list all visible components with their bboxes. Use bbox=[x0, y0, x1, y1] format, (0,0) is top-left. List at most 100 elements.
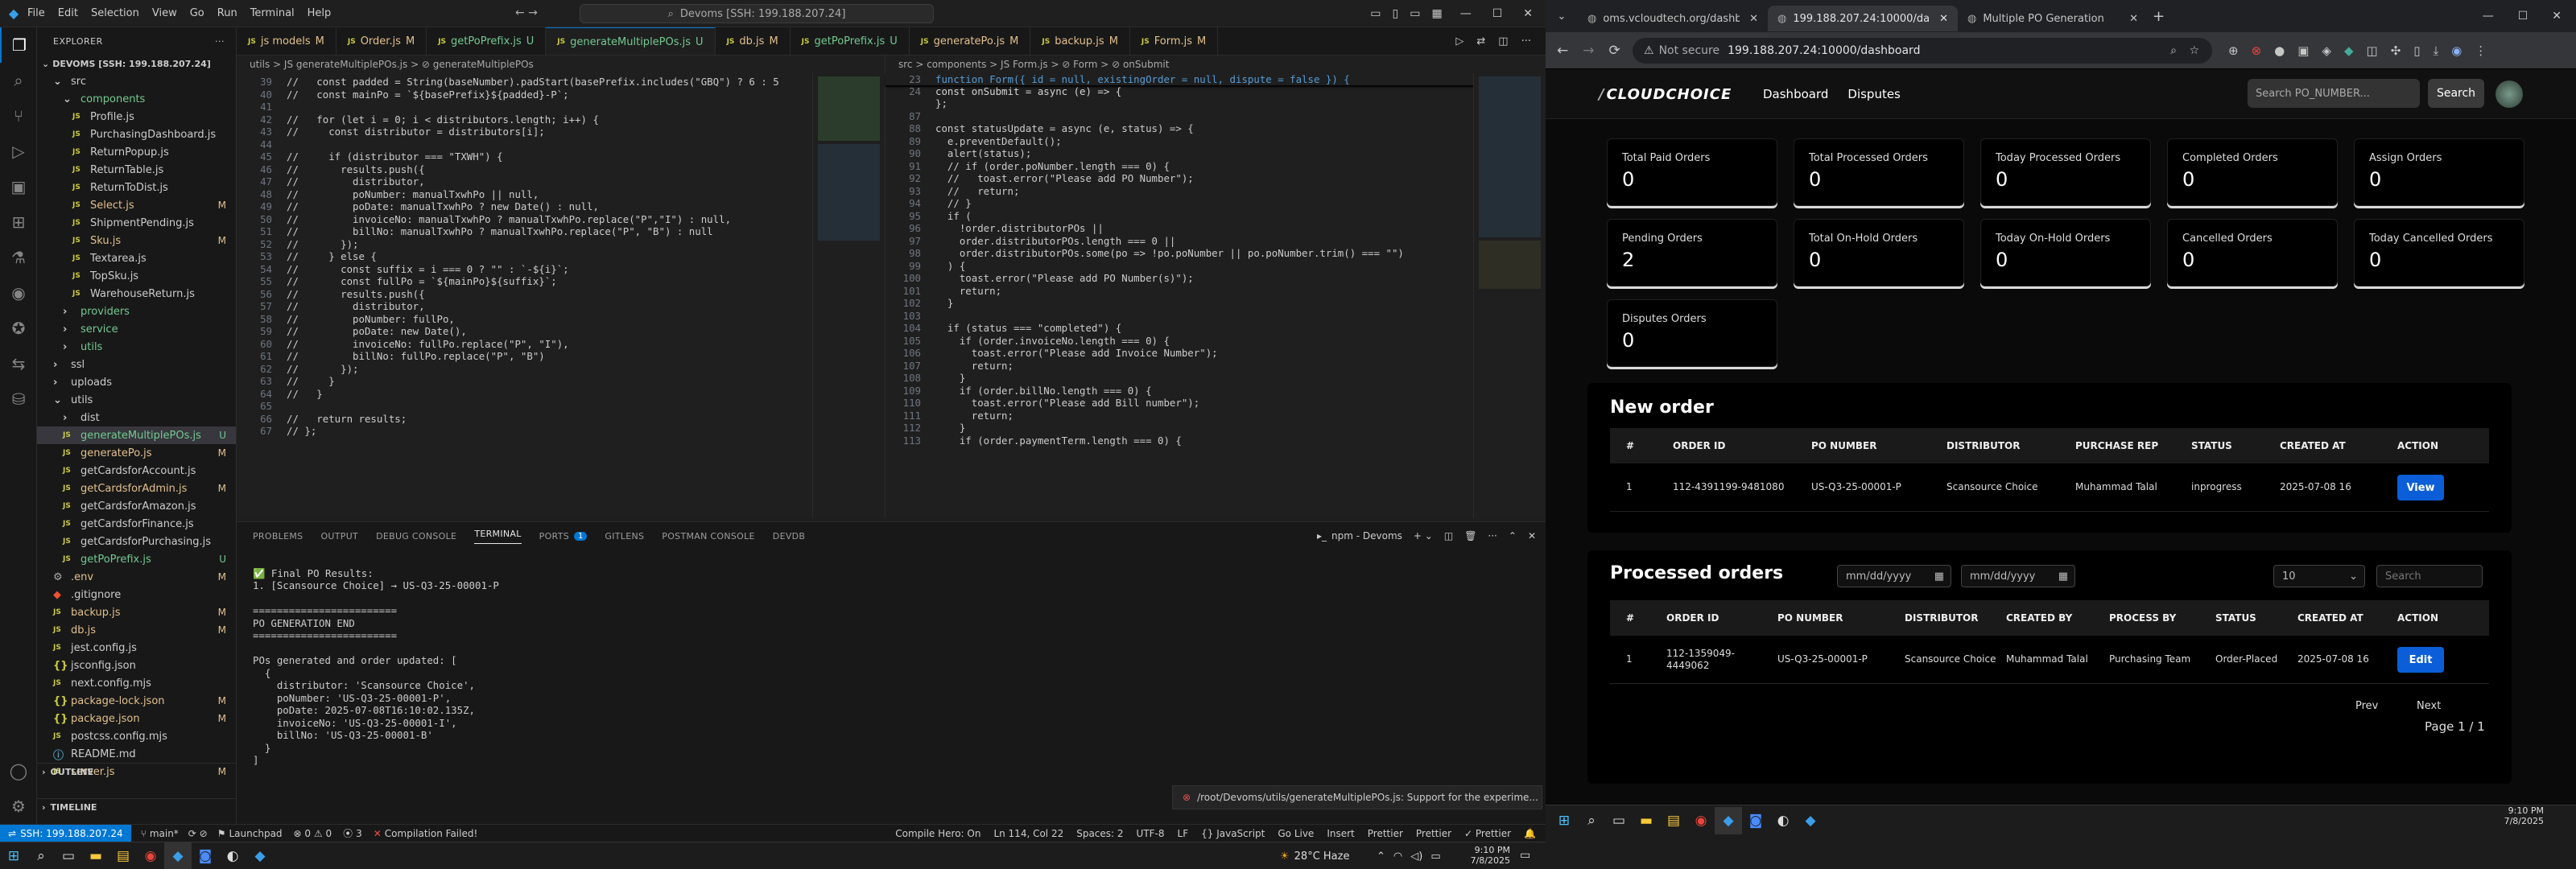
compare-icon[interactable]: ⇄ bbox=[1476, 35, 1485, 47]
code-line[interactable]: 47 // distributor, bbox=[237, 175, 800, 188]
layout-icon[interactable]: ▭ bbox=[1410, 7, 1420, 20]
code-line[interactable]: 100 toast.error("Please add PO Number(s)… bbox=[886, 272, 1465, 285]
status-item[interactable]: Spaces: 2 bbox=[1076, 828, 1123, 839]
code-line[interactable]: }; bbox=[886, 97, 1465, 110]
postman-icon[interactable]: ✪ bbox=[0, 311, 37, 346]
status-item[interactable]: Prettier bbox=[1416, 828, 1451, 839]
browser-tab[interactable]: ◍ Multiple PO Generation ✕ bbox=[1958, 6, 2148, 31]
code-line[interactable]: 95 if ( bbox=[886, 210, 1465, 223]
tree-item[interactable]: JS getCardsforAmazon.js bbox=[37, 497, 236, 515]
store-icon[interactable]: ▤ bbox=[1660, 807, 1687, 834]
nav-link-disputes[interactable]: Disputes bbox=[1847, 87, 1901, 101]
run-icon[interactable]: ▷ bbox=[1455, 35, 1463, 47]
forward-icon[interactable]: → bbox=[1583, 43, 1594, 59]
code-line[interactable]: 51 // billNo: manualTxwhPo ? manualTxwhPo… bbox=[237, 225, 800, 238]
maximize-icon[interactable]: ☐ bbox=[2518, 10, 2529, 23]
files-icon[interactable]: ❐ bbox=[0, 27, 37, 63]
code-line[interactable]: 58 // poNumber: fullPo, bbox=[237, 313, 800, 326]
editor-tab[interactable]: JS js models M bbox=[237, 27, 336, 55]
tree-item[interactable]: JS Sku.js M bbox=[37, 232, 236, 249]
extension-icon[interactable]: ⊗ bbox=[2252, 43, 2262, 58]
code-line[interactable]: 108 } bbox=[886, 372, 1465, 385]
code-line[interactable]: 62 // }); bbox=[237, 363, 800, 376]
testing-icon[interactable]: ⚗ bbox=[0, 240, 37, 275]
app-logo[interactable]: / CLOUDCHOICE bbox=[1599, 69, 1732, 119]
stat-card[interactable]: Disputes Orders 0 bbox=[1607, 299, 1777, 367]
code-line[interactable]: 46 // results.push({ bbox=[237, 163, 800, 176]
tree-item[interactable]: JS ShipmentPending.js bbox=[37, 214, 236, 232]
row-edit-button[interactable]: Edit bbox=[2397, 647, 2444, 673]
tree-item[interactable]: JS postcss.config.mjs bbox=[37, 727, 236, 745]
sticky-scroll-line[interactable]: const onSubmit = async (e) => { bbox=[935, 85, 1121, 97]
code-line[interactable]: 96 !order.distributorPOs || bbox=[886, 222, 1465, 235]
tree-item[interactable]: {} jsconfig.json bbox=[37, 657, 236, 674]
code-line[interactable]: 112 } bbox=[886, 422, 1465, 434]
status-item[interactable]: LF bbox=[1178, 828, 1189, 839]
split-editor-icon[interactable]: ◫ bbox=[1498, 35, 1508, 47]
sticky-scroll-line[interactable]: function Form({ id = null, existingOrder… bbox=[935, 73, 1350, 85]
code-line[interactable]: 88 const statusUpdate = async (e, status)… bbox=[886, 122, 1465, 135]
tree-item[interactable]: JS generateMultiplePOs.js U bbox=[37, 426, 236, 444]
panel-tab-devdb[interactable]: DEVDB bbox=[773, 531, 805, 542]
account-icon[interactable]: ◯ bbox=[0, 753, 37, 789]
menu-item-selection[interactable]: Selection bbox=[91, 7, 139, 19]
tree-item[interactable]: ⓘ README.md bbox=[37, 745, 236, 763]
panel-tab-ports[interactable]: PORTS bbox=[539, 531, 569, 542]
po-search-button[interactable]: Search bbox=[2428, 79, 2484, 108]
code-line[interactable]: 54 // const suffix = i === 0 ? "" : `-${i… bbox=[237, 263, 800, 276]
browser-menu-icon[interactable]: ⋮ bbox=[2475, 43, 2487, 58]
code-line[interactable]: 89 e.preventDefault(); bbox=[886, 135, 1465, 148]
tree-item[interactable]: JS getCardsforAdmin.js M bbox=[37, 480, 236, 497]
stat-card[interactable]: Total Processed Orders 0 bbox=[1794, 138, 1964, 206]
stat-card[interactable]: Pending Orders 2 bbox=[1607, 219, 1777, 286]
branch-status[interactable]: main* bbox=[150, 828, 179, 839]
profile-avatar[interactable]: ◉ bbox=[2451, 43, 2462, 58]
stat-card[interactable]: Today Cancelled Orders 0 bbox=[2354, 219, 2524, 286]
stat-card[interactable]: Total Paid Orders 0 bbox=[1607, 138, 1777, 206]
row-view-button[interactable]: View bbox=[2397, 475, 2444, 500]
volume-icon[interactable]: ◁) bbox=[1410, 850, 1422, 863]
clock[interactable]: 9:10 PM 7/8/2025 bbox=[2504, 805, 2544, 826]
code-line[interactable]: 42 // for (let i = 0; i < distributors.le… bbox=[237, 113, 800, 126]
zoom-icon[interactable]: ◙ bbox=[1742, 807, 1769, 834]
code-line[interactable]: 94 // } bbox=[886, 197, 1465, 210]
status-item[interactable]: Compile Hero: On bbox=[895, 828, 980, 839]
code-line[interactable]: 113 if (order.paymentTerm.length === 0) … bbox=[886, 434, 1465, 447]
zoom-icon[interactable]: ⌕ bbox=[2170, 44, 2177, 57]
more-actions-icon[interactable]: ··· bbox=[1521, 35, 1531, 47]
download-icon[interactable]: ⤓ bbox=[2434, 43, 2439, 58]
file-explorer-icon[interactable]: ▬ bbox=[82, 842, 109, 869]
editor-tab[interactable]: JS db.js M bbox=[716, 27, 791, 55]
run-debug-icon[interactable]: ▷ bbox=[0, 134, 37, 169]
status-item[interactable]: {} JavaScript bbox=[1201, 828, 1265, 839]
code-line[interactable]: 57 // distributor, bbox=[237, 300, 800, 313]
code-line[interactable]: 92 // toast.error("Please add PO Number"… bbox=[886, 172, 1465, 185]
tree-item[interactable]: JS getCardsforAccount.js bbox=[37, 462, 236, 480]
remote-indicator[interactable]: ⇌ SSH: 199.188.207.24 bbox=[0, 824, 131, 842]
tree-item[interactable]: › ssl bbox=[37, 356, 236, 373]
code-line[interactable]: 90 alert(status); bbox=[886, 147, 1465, 160]
trash-icon[interactable]: 🗑 bbox=[1464, 530, 1476, 542]
code-line[interactable]: 41 bbox=[237, 101, 800, 113]
zoom-icon[interactable]: ◙ bbox=[192, 842, 219, 869]
settings-gear-icon[interactable]: ⚙ bbox=[0, 789, 37, 824]
minimap[interactable] bbox=[812, 73, 885, 518]
stat-card[interactable]: Today On-Hold Orders 0 bbox=[1980, 219, 2151, 286]
status-item[interactable]: ✓ Prettier bbox=[1464, 828, 1511, 839]
search-icon[interactable]: ⌕ bbox=[1578, 807, 1605, 834]
tree-item[interactable]: JS Profile.js bbox=[37, 108, 236, 126]
code-line[interactable]: 93 // return; bbox=[886, 185, 1465, 198]
extensions-puzzle-icon[interactable]: ✣ bbox=[2391, 43, 2401, 58]
extension-icon[interactable]: ◆ bbox=[2344, 43, 2354, 58]
bell-icon[interactable]: 🔔 bbox=[1524, 828, 1536, 839]
code-line[interactable]: 106 toast.error("Please add Invoice Numb… bbox=[886, 347, 1465, 360]
code-line[interactable]: 64 // } bbox=[237, 388, 800, 401]
tree-item[interactable]: ⚙ .env M bbox=[37, 568, 236, 586]
close-icon[interactable]: ✕ bbox=[1523, 7, 1533, 20]
tree-item[interactable]: JS backup.js M bbox=[37, 603, 236, 621]
search-icon[interactable]: ⌕ bbox=[0, 63, 37, 98]
code-line[interactable]: 61 // billNo: fullPo.replace("P", "B") bbox=[237, 350, 800, 363]
nav-back-icon[interactable]: ← → bbox=[515, 6, 538, 19]
tree-item[interactable]: JS next.config.mjs bbox=[37, 674, 236, 692]
code-line[interactable]: 105 if (order.invoiceNo.length === 0) { bbox=[886, 335, 1465, 348]
